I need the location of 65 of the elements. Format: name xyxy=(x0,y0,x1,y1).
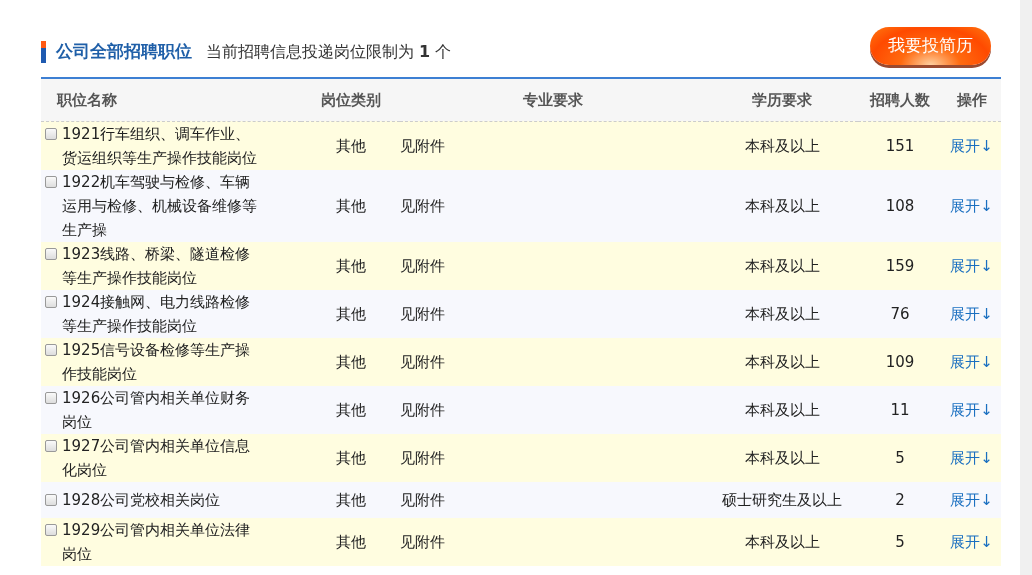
education-text: 本科及以上 xyxy=(744,448,820,467)
row-checkbox[interactable] xyxy=(45,175,57,188)
position-name: 1923线路、桥梁、隧道检修 等生产操作技能岗位 xyxy=(62,243,251,289)
limit-notice: 当前招聘信息投递岗位限制为 1 个 xyxy=(206,41,452,63)
column-header: 职位名称 xyxy=(57,90,117,109)
column-header: 学历要求 xyxy=(752,90,812,109)
education-text: 硕士研究生及以上 xyxy=(722,490,842,509)
education-text: 本科及以上 xyxy=(744,400,820,419)
column-header: 操作 xyxy=(956,90,987,109)
expand-link[interactable]: 展开↓ xyxy=(950,196,993,215)
row-checkbox[interactable] xyxy=(45,295,57,308)
submit-resume-button[interactable]: 我要投简历 xyxy=(870,27,991,65)
column-header: 招聘人数 xyxy=(870,90,930,109)
major-text: 见附件 xyxy=(400,304,445,323)
major-text: 见附件 xyxy=(400,448,445,467)
row-checkbox[interactable] xyxy=(45,391,57,404)
position-name: 1927公司管内相关单位信息 化岗位 xyxy=(62,435,251,481)
headcount-text: 109 xyxy=(885,352,915,371)
education-text: 本科及以上 xyxy=(744,352,820,371)
position-name: 1925信号设备检修等生产操 作技能岗位 xyxy=(62,339,251,385)
row-checkbox[interactable] xyxy=(45,493,57,506)
category-text: 其他 xyxy=(335,304,366,323)
education-text: 本科及以上 xyxy=(744,136,820,155)
major-text: 见附件 xyxy=(400,136,445,155)
headcount-text: 151 xyxy=(885,136,915,155)
headcount-text: 2 xyxy=(895,490,905,509)
position-name: 1928公司党校相关岗位 xyxy=(62,489,221,511)
category-text: 其他 xyxy=(335,256,366,275)
major-text: 见附件 xyxy=(400,352,445,371)
education-text: 本科及以上 xyxy=(744,256,820,275)
section-title: 公司全部招聘职位 xyxy=(56,40,192,64)
major-text: 见附件 xyxy=(400,400,445,419)
category-text: 其他 xyxy=(335,196,366,215)
position-name: 1924接触网、电力线路检修 等生产操作技能岗位 xyxy=(62,291,251,337)
position-name: 1929公司管内相关单位法律 岗位 xyxy=(62,519,251,565)
position-name: 1921行车组织、调车作业、 货运组织等生产操作技能岗位 xyxy=(62,123,257,169)
headcount-text: 159 xyxy=(885,256,915,275)
headcount-text: 5 xyxy=(895,448,905,467)
column-header: 专业要求 xyxy=(523,90,583,109)
major-text: 见附件 xyxy=(400,490,445,509)
title-accent-bar xyxy=(41,41,46,63)
row-checkbox[interactable] xyxy=(45,247,57,260)
education-text: 本科及以上 xyxy=(744,304,820,323)
major-text: 见附件 xyxy=(400,196,445,215)
position-name: 1926公司管内相关单位财务 岗位 xyxy=(62,387,251,433)
headcount-text: 108 xyxy=(885,196,915,215)
row-checkbox[interactable] xyxy=(45,523,57,536)
education-text: 本科及以上 xyxy=(744,196,820,215)
category-text: 其他 xyxy=(335,490,366,509)
column-header: 岗位类别 xyxy=(320,90,381,109)
category-text: 其他 xyxy=(335,352,366,371)
headcount-text: 76 xyxy=(890,304,910,323)
category-text: 其他 xyxy=(335,532,366,551)
position-name: 1922机车驾驶与检修、车辆 运用与检修、机械设备维修等 生产操 xyxy=(62,171,257,241)
row-checkbox[interactable] xyxy=(45,439,57,452)
major-text: 见附件 xyxy=(400,256,445,275)
row-checkbox[interactable] xyxy=(45,127,57,140)
major-text: 见附件 xyxy=(400,532,445,551)
row-checkbox[interactable] xyxy=(45,343,57,356)
category-text: 其他 xyxy=(335,136,366,155)
category-text: 其他 xyxy=(335,448,366,467)
headcount-text: 5 xyxy=(895,532,905,551)
headcount-text: 11 xyxy=(890,400,910,419)
category-text: 其他 xyxy=(335,400,366,419)
education-text: 本科及以上 xyxy=(744,532,820,551)
